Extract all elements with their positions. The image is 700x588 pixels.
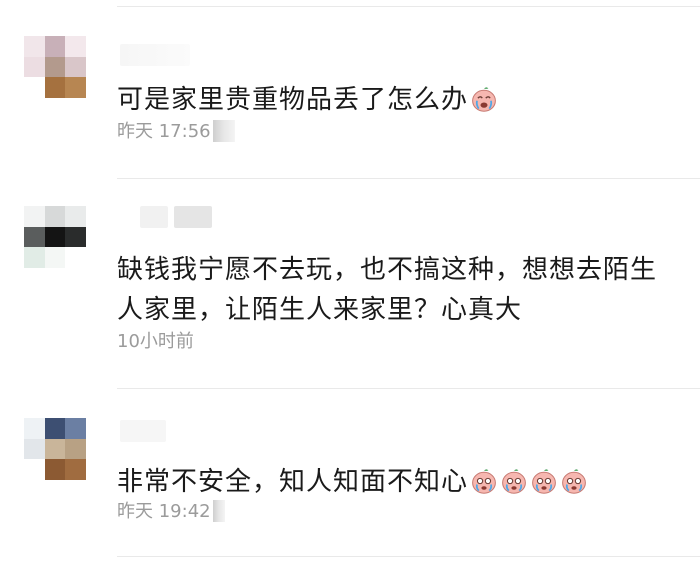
comment-divider	[117, 388, 700, 389]
comment-meta: 10小时前	[117, 330, 194, 354]
comment-text: 缺钱我宁愿不去玩，也不搞这种，想想去陌生人家里，让陌生人来家里？心真大	[117, 255, 658, 325]
username-blur	[174, 206, 212, 228]
comment-divider	[117, 556, 700, 557]
crying-face-emoji-icon	[472, 469, 496, 494]
comment-time: 昨天 17:56	[117, 121, 211, 142]
username[interactable]	[140, 206, 168, 228]
username[interactable]	[120, 420, 166, 442]
ip-location-blur	[212, 120, 235, 142]
ip-location-blur	[212, 500, 225, 522]
comment-meta: 昨天 19:42	[117, 500, 225, 524]
crying-face-emoji-icon	[532, 469, 556, 494]
username[interactable]	[120, 44, 190, 66]
crying-face-emoji-icon	[562, 469, 586, 494]
comment-text: 非常不安全，知人知面不知心	[117, 462, 677, 502]
avatar[interactable]	[24, 206, 86, 268]
comment-divider	[117, 6, 700, 7]
comment-text: 可是家里贵重物品丢了怎么办	[117, 80, 677, 120]
comment-divider	[117, 178, 700, 179]
crying-face-emoji-icon	[502, 469, 526, 494]
comment-meta: 昨天 17:56	[117, 120, 235, 144]
comment-time: 10小时前	[117, 331, 194, 352]
avatar[interactable]	[24, 418, 86, 480]
comment-time: 昨天 19:42	[117, 501, 211, 522]
avatar[interactable]	[24, 36, 86, 98]
crying-face-emoji-icon	[472, 87, 496, 112]
